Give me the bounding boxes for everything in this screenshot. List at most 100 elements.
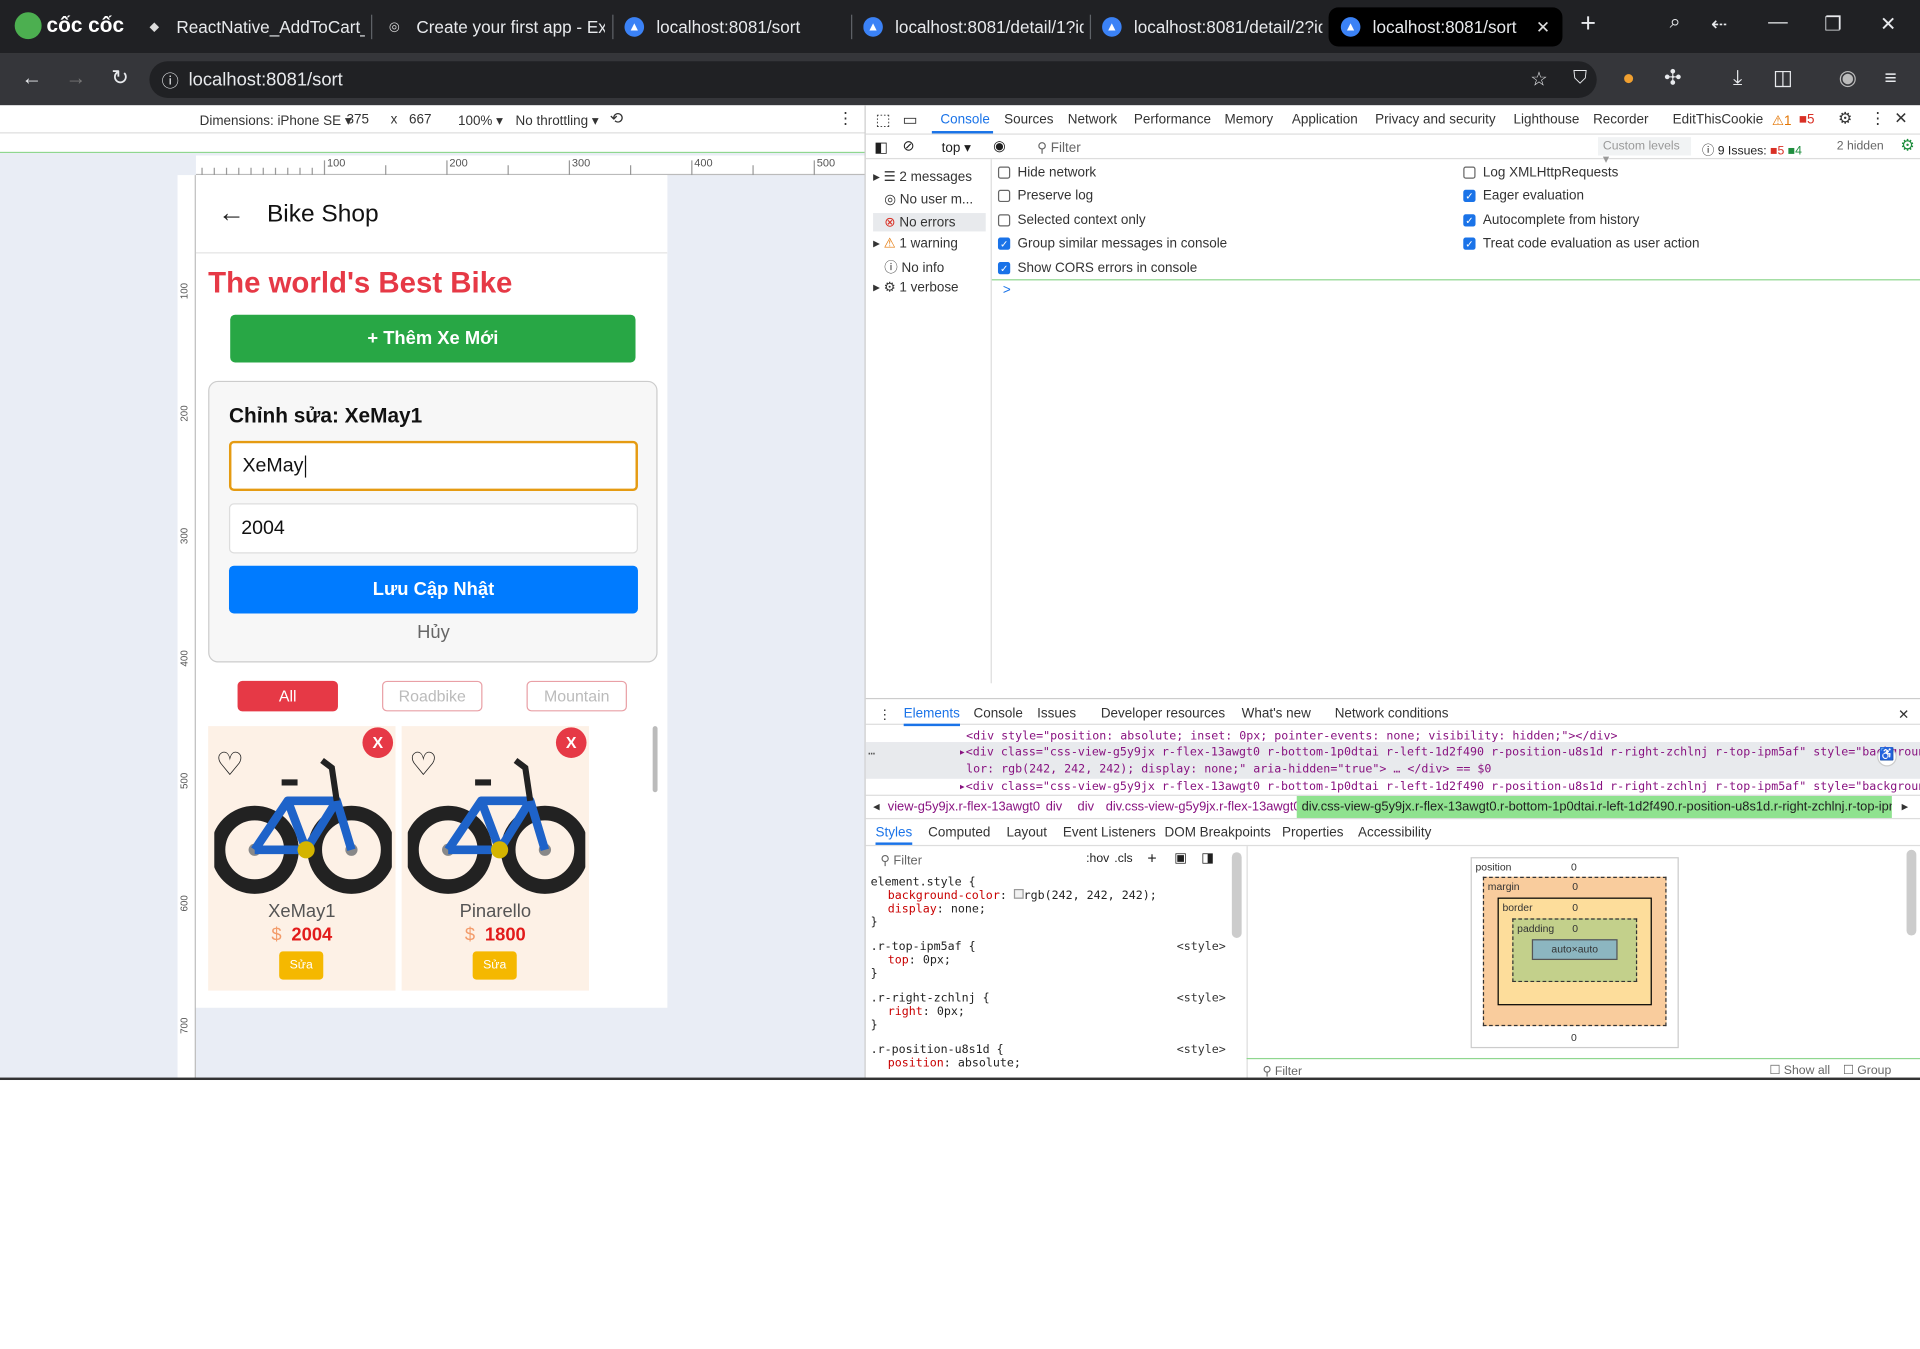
inspect-icon[interactable]: ⬚ xyxy=(876,110,891,130)
product-card[interactable]: ♡ X XeMay1 $2004 Sửa xyxy=(208,726,396,991)
restore-icon[interactable]: ❐ xyxy=(1818,12,1847,36)
bike-name-input[interactable]: XeMay xyxy=(228,440,638,492)
drawer-tab-console[interactable]: Console xyxy=(973,707,1022,722)
computed-scrollbar[interactable] xyxy=(1906,849,1917,936)
clear-console-icon[interactable]: ⊘ xyxy=(902,137,914,154)
drawer-tab-network-conditions[interactable]: Network conditions xyxy=(1335,707,1449,722)
eye-icon[interactable]: ◉ xyxy=(993,137,1006,154)
tab-performance[interactable]: Performance xyxy=(1134,113,1211,128)
more-options-icon[interactable]: ⋮ xyxy=(838,109,854,129)
accessibility-tab[interactable]: Accessibility xyxy=(1358,825,1431,840)
bookmark-star-icon[interactable]: ☆ xyxy=(1530,67,1548,91)
browser-logo[interactable]: cốc cốc xyxy=(14,12,124,40)
tab-detail-1[interactable]: ▲ localhost:8081/detail/1?id xyxy=(863,7,1084,46)
log-xhr-checkbox[interactable]: Log XMLHttpRequests xyxy=(1463,165,1618,180)
close-drawer-icon[interactable]: ✕ xyxy=(1898,707,1909,723)
device-height-input[interactable]: 667 xyxy=(409,113,431,128)
event-listeners-tab[interactable]: Event Listeners xyxy=(1063,825,1156,840)
show-all-checkbox[interactable]: ☐ Show all xyxy=(1769,1064,1830,1077)
paint-icon[interactable]: ▣ xyxy=(1174,850,1187,866)
filter-mountain[interactable]: Mountain xyxy=(526,680,627,712)
tab-application[interactable]: Application xyxy=(1292,113,1358,128)
tab-detail-2[interactable]: ▲ localhost:8081/detail/2?id xyxy=(1102,7,1322,46)
group-checkbox[interactable]: ☐ Group xyxy=(1843,1064,1891,1077)
layout-tab[interactable]: Layout xyxy=(1007,825,1047,840)
css-rule[interactable]: .r-right-zchlnj {<style> right: 0px; } xyxy=(871,992,1226,1032)
tab-network[interactable]: Network xyxy=(1068,113,1117,128)
url-field[interactable]: ⓘ localhost:8081/sort ☆ ⛉ xyxy=(149,61,1597,98)
sidebar-errors[interactable]: ⊗ No errors xyxy=(873,213,986,232)
cors-errors-checkbox[interactable]: ✓ Show CORS errors in console xyxy=(997,261,1197,276)
properties-tab[interactable]: Properties xyxy=(1282,825,1343,840)
context-select[interactable]: top ▾ xyxy=(942,140,971,156)
dom-line[interactable]: ▸<div class="css-view-g5y9jx r-flex-13aw… xyxy=(959,746,1920,759)
group-similar-checkbox[interactable]: ✓ Group similar messages in console xyxy=(997,236,1227,251)
crumb-selected[interactable]: div.css-view-g5y9jx.r-flex-13awgt0.r-bot… xyxy=(1296,795,1892,818)
tab-sort-1[interactable]: ▲ localhost:8081/sort xyxy=(624,7,844,46)
devtools-menu-icon[interactable]: ⋮ xyxy=(1870,109,1886,129)
drawer-menu-icon[interactable]: ⋮ xyxy=(878,707,891,723)
back-arrow-icon[interactable]: ← xyxy=(218,197,245,229)
sidebar-user-messages[interactable]: ◎ No user m... xyxy=(873,191,973,207)
sidebar-messages[interactable]: ▸ ☰ 2 messages xyxy=(873,169,972,185)
tab-sources[interactable]: Sources xyxy=(1004,113,1053,128)
css-rule[interactable]: .r-position-u8s1d {<style> position: abs… xyxy=(871,1043,1226,1070)
crumb[interactable]: div xyxy=(1078,800,1094,815)
throttling-select[interactable]: No throttling ▾ xyxy=(516,113,599,129)
dom-ellipsis[interactable]: … xyxy=(868,744,875,757)
tab-editthiscookie[interactable]: EditThisCookie xyxy=(1673,113,1764,128)
close-window-icon[interactable]: ✕ xyxy=(1873,12,1902,36)
download-icon[interactable]: ⤓ xyxy=(1723,66,1752,90)
sidebar-icon[interactable]: ◫ xyxy=(1768,66,1797,90)
tab-addtocart[interactable]: ◆ ReactNative_AddToCart_B xyxy=(144,7,365,46)
warning-count[interactable]: ⚠1 xyxy=(1772,113,1792,129)
settings-gear-icon[interactable]: ⚙ xyxy=(1838,109,1852,129)
list-scrollbar[interactable] xyxy=(652,726,658,793)
dom-line[interactable]: lor: rgb(242, 242, 242); display: none;"… xyxy=(966,763,1491,776)
search-tabs-icon[interactable]: ⌕ xyxy=(1660,12,1689,34)
heart-icon[interactable]: ♡ xyxy=(409,748,438,780)
rotate-icon[interactable]: ⟲ xyxy=(610,109,623,129)
issues-counter[interactable]: ⓘ 9 Issues: ■5 ■4 xyxy=(1702,140,1802,157)
drawer-tab-whats-new[interactable]: What's new xyxy=(1242,707,1311,722)
save-update-button[interactable]: Lưu Cập Nhật xyxy=(228,565,638,614)
menu-icon[interactable]: ≡ xyxy=(1876,66,1905,90)
heart-icon[interactable]: ♡ xyxy=(216,748,245,780)
cancel-button[interactable]: Hủy xyxy=(229,622,638,643)
cls-toggle[interactable]: .cls xyxy=(1114,852,1132,865)
edit-product-button[interactable]: Sửa xyxy=(472,951,517,980)
product-card[interactable]: ♡ X Pinarello $1800 Sửa xyxy=(401,726,589,991)
site-info-icon[interactable]: ⓘ xyxy=(162,69,179,93)
toggle-sidebar-icon[interactable]: ◨ xyxy=(1201,850,1214,866)
delete-button[interactable]: X xyxy=(555,727,587,758)
crumb[interactable]: view-g5y9jx.r-flex-13awgt0 xyxy=(888,800,1040,815)
new-rule-icon[interactable]: + xyxy=(1147,849,1156,867)
tab-lighthouse[interactable]: Lighthouse xyxy=(1513,113,1579,128)
reload-icon[interactable]: ↻ xyxy=(105,66,134,90)
selected-context-checkbox[interactable]: Selected context only xyxy=(997,213,1146,228)
zoom-select[interactable]: 100% ▾ xyxy=(458,113,503,129)
minimize-icon[interactable]: — xyxy=(1763,12,1792,34)
tab-privacy[interactable]: Privacy and security xyxy=(1375,113,1496,128)
console-prompt[interactable]: > xyxy=(1003,283,1011,298)
sidebar-toggle-icon[interactable]: ◧ xyxy=(874,138,888,155)
sidebar-info[interactable]: ⓘ No info xyxy=(873,257,944,277)
styles-scrollbar[interactable] xyxy=(1231,852,1242,938)
filter-roadbike[interactable]: Roadbike xyxy=(382,680,483,712)
back-history-icon[interactable]: ⇠ xyxy=(1705,12,1734,36)
sidebar-verbose[interactable]: ▸ ⚙ 1 verbose xyxy=(873,279,958,295)
new-tab-button[interactable]: + xyxy=(1573,7,1602,39)
crumb-right-icon[interactable]: ▸ xyxy=(1902,800,1908,815)
sidebar-warnings[interactable]: ▸ ⚠ 1 warning xyxy=(873,235,958,251)
filter-all[interactable]: All xyxy=(237,680,338,712)
device-width-input[interactable]: 375 xyxy=(347,113,369,128)
crumb[interactable]: div.css-view-g5y9jx.r-flex-13awgt0 xyxy=(1106,800,1301,815)
device-select[interactable]: Dimensions: iPhone SE ▾ xyxy=(200,113,352,129)
css-rule[interactable]: .r-top-ipm5af {<style> top: 0px; } xyxy=(871,940,1226,980)
delete-button[interactable]: X xyxy=(362,727,394,758)
profile-avatar[interactable]: ◉ xyxy=(1833,66,1862,90)
tab-sort-active[interactable]: ▲ localhost:8081/sort ✕ xyxy=(1328,7,1563,47)
autocomplete-checkbox[interactable]: ✓ Autocomplete from history xyxy=(1463,213,1639,228)
back-icon[interactable]: ← xyxy=(17,66,46,90)
drawer-tab-dev-resources[interactable]: Developer resources xyxy=(1101,707,1225,722)
